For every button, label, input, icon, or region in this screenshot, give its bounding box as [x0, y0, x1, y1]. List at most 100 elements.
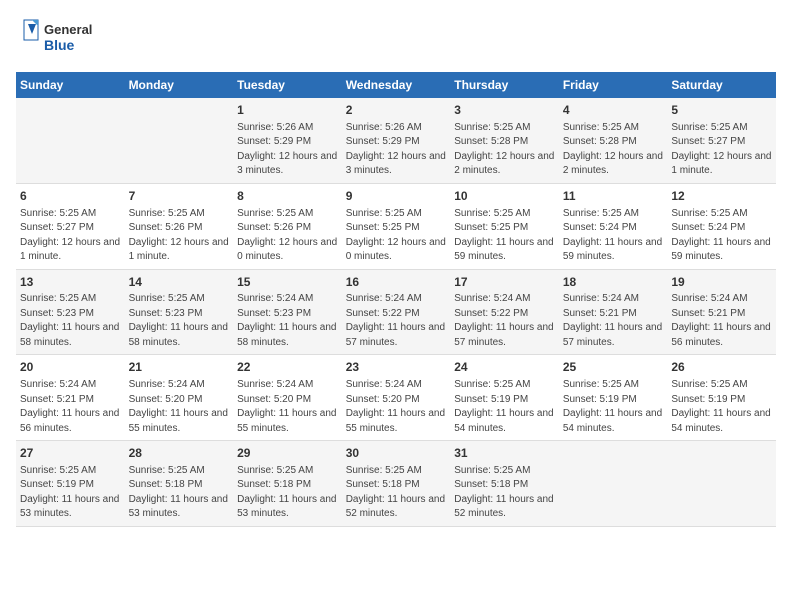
day-info: Sunrise: 5:24 AM Sunset: 5:21 PM Dayligh… [671, 292, 772, 350]
day-number: 3 [454, 102, 555, 119]
calendar-cell: 24Sunrise: 5:25 AM Sunset: 5:19 PM Dayli… [450, 355, 559, 441]
calendar-cell: 20 Sunrise: 5:24 AM Sunset: 5:21 PM Dayli… [16, 355, 125, 441]
day-info: Sunrise: 5:25 AM Sunset: 5:27 PM Dayligh… [671, 121, 772, 179]
calendar-cell: 28 Sunrise: 5:25 AM Sunset: 5:18 PM Dayli… [125, 441, 234, 527]
day-number: 14 [129, 274, 230, 291]
day-number: 6 [20, 188, 121, 205]
day-number: 1 [237, 102, 338, 119]
calendar-cell: 18Sunrise: 5:24 AM Sunset: 5:21 PM Dayli… [559, 269, 668, 355]
day-info: Sunrise: 5:25 AM Sunset: 5:18 PM Dayligh… [346, 464, 447, 522]
day-number: 17 [454, 274, 555, 291]
day-info: Sunrise: 5:24 AM Sunset: 5:21 PM Dayligh… [20, 378, 121, 436]
calendar-cell: 27 Sunrise: 5:25 AM Sunset: 5:19 PM Dayli… [16, 441, 125, 527]
day-info: Sunrise: 5:25 AM Sunset: 5:19 PM Dayligh… [671, 378, 772, 436]
day-number: 15 [237, 274, 338, 291]
day-number: 8 [237, 188, 338, 205]
weekday-header-sunday: Sunday [16, 72, 125, 98]
calendar-cell: 11 Sunrise: 5:25 AM Sunset: 5:24 PM Dayli… [559, 183, 668, 269]
weekday-header-wednesday: Wednesday [342, 72, 451, 98]
weekday-header-thursday: Thursday [450, 72, 559, 98]
calendar-cell: 21 Sunrise: 5:24 AM Sunset: 5:20 PM Dayli… [125, 355, 234, 441]
logo-svg: General Blue [16, 16, 106, 60]
day-info: Sunrise: 5:24 AM Sunset: 5:20 PM Dayligh… [346, 378, 447, 436]
day-info: Sunrise: 5:25 AM Sunset: 5:19 PM Dayligh… [563, 378, 664, 436]
day-info: Sunrise: 5:25 AM Sunset: 5:19 PM Dayligh… [20, 464, 121, 522]
day-info: Sunrise: 5:25 AM Sunset: 5:24 PM Dayligh… [671, 207, 772, 265]
weekday-header-monday: Monday [125, 72, 234, 98]
day-info: Sunrise: 5:25 AM Sunset: 5:18 PM Dayligh… [129, 464, 230, 522]
day-number: 7 [129, 188, 230, 205]
calendar-cell: 3 Sunrise: 5:25 AM Sunset: 5:28 PM Daylig… [450, 98, 559, 183]
calendar-cell: 30 Sunrise: 5:25 AM Sunset: 5:18 PM Dayli… [342, 441, 451, 527]
calendar-week-row: 27 Sunrise: 5:25 AM Sunset: 5:19 PM Dayli… [16, 441, 776, 527]
calendar-cell: 5 Sunrise: 5:25 AM Sunset: 5:27 PM Daylig… [667, 98, 776, 183]
day-info: Sunrise: 5:24 AM Sunset: 5:22 PM Dayligh… [454, 292, 555, 350]
calendar-cell [559, 441, 668, 527]
calendar-cell: 8Sunrise: 5:25 AM Sunset: 5:26 PM Daylig… [233, 183, 342, 269]
day-info: Sunrise: 5:25 AM Sunset: 5:23 PM Dayligh… [129, 292, 230, 350]
day-number: 4 [563, 102, 664, 119]
day-number: 31 [454, 445, 555, 462]
day-info: Sunrise: 5:25 AM Sunset: 5:25 PM Dayligh… [454, 207, 555, 265]
day-number: 20 [20, 359, 121, 376]
day-number: 29 [237, 445, 338, 462]
day-info: Sunrise: 5:24 AM Sunset: 5:23 PM Dayligh… [237, 292, 338, 350]
calendar-cell: 2Sunrise: 5:26 AM Sunset: 5:29 PM Daylig… [342, 98, 451, 183]
calendar-cell: 1 Sunrise: 5:26 AM Sunset: 5:29 PM Daylig… [233, 98, 342, 183]
day-info: Sunrise: 5:24 AM Sunset: 5:20 PM Dayligh… [237, 378, 338, 436]
day-info: Sunrise: 5:24 AM Sunset: 5:21 PM Dayligh… [563, 292, 664, 350]
calendar-cell [667, 441, 776, 527]
calendar-week-row: 6 Sunrise: 5:25 AM Sunset: 5:27 PM Daylig… [16, 183, 776, 269]
calendar-cell: 29Sunrise: 5:25 AM Sunset: 5:18 PM Dayli… [233, 441, 342, 527]
calendar-week-row: 13Sunrise: 5:25 AM Sunset: 5:23 PM Dayli… [16, 269, 776, 355]
calendar-cell: 12 Sunrise: 5:25 AM Sunset: 5:24 PM Dayli… [667, 183, 776, 269]
page-header: General Blue [16, 16, 776, 60]
calendar-cell: 16Sunrise: 5:24 AM Sunset: 5:22 PM Dayli… [342, 269, 451, 355]
calendar-cell: 31 Sunrise: 5:25 AM Sunset: 5:18 PM Dayli… [450, 441, 559, 527]
day-number: 25 [563, 359, 664, 376]
calendar-cell: 13Sunrise: 5:25 AM Sunset: 5:23 PM Dayli… [16, 269, 125, 355]
day-number: 22 [237, 359, 338, 376]
day-info: Sunrise: 5:25 AM Sunset: 5:24 PM Dayligh… [563, 207, 664, 265]
day-number: 10 [454, 188, 555, 205]
calendar-cell: 9Sunrise: 5:25 AM Sunset: 5:25 PM Daylig… [342, 183, 451, 269]
weekday-header-friday: Friday [559, 72, 668, 98]
calendar-cell: 23 Sunrise: 5:24 AM Sunset: 5:20 PM Dayli… [342, 355, 451, 441]
day-info: Sunrise: 5:25 AM Sunset: 5:19 PM Dayligh… [454, 378, 555, 436]
day-info: Sunrise: 5:25 AM Sunset: 5:18 PM Dayligh… [454, 464, 555, 522]
calendar-cell: 6 Sunrise: 5:25 AM Sunset: 5:27 PM Daylig… [16, 183, 125, 269]
weekday-header-tuesday: Tuesday [233, 72, 342, 98]
day-number: 27 [20, 445, 121, 462]
calendar-table: SundayMondayTuesdayWednesdayThursdayFrid… [16, 72, 776, 527]
day-number: 30 [346, 445, 447, 462]
day-number: 23 [346, 359, 447, 376]
calendar-cell: 26 Sunrise: 5:25 AM Sunset: 5:19 PM Dayli… [667, 355, 776, 441]
calendar-cell: 10 Sunrise: 5:25 AM Sunset: 5:25 PM Dayli… [450, 183, 559, 269]
calendar-cell: 19Sunrise: 5:24 AM Sunset: 5:21 PM Dayli… [667, 269, 776, 355]
day-number: 5 [671, 102, 772, 119]
calendar-cell: 17Sunrise: 5:24 AM Sunset: 5:22 PM Dayli… [450, 269, 559, 355]
calendar-cell: 14Sunrise: 5:25 AM Sunset: 5:23 PM Dayli… [125, 269, 234, 355]
day-number: 26 [671, 359, 772, 376]
day-info: Sunrise: 5:25 AM Sunset: 5:27 PM Dayligh… [20, 207, 121, 265]
day-info: Sunrise: 5:25 AM Sunset: 5:23 PM Dayligh… [20, 292, 121, 350]
day-info: Sunrise: 5:26 AM Sunset: 5:29 PM Dayligh… [346, 121, 447, 179]
day-info: Sunrise: 5:25 AM Sunset: 5:28 PM Dayligh… [454, 121, 555, 179]
day-number: 12 [671, 188, 772, 205]
weekday-header-saturday: Saturday [667, 72, 776, 98]
day-number: 28 [129, 445, 230, 462]
day-info: Sunrise: 5:24 AM Sunset: 5:20 PM Dayligh… [129, 378, 230, 436]
calendar-cell: 4Sunrise: 5:25 AM Sunset: 5:28 PM Daylig… [559, 98, 668, 183]
svg-text:General: General [44, 22, 92, 37]
svg-text:Blue: Blue [44, 37, 75, 53]
day-number: 11 [563, 188, 664, 205]
day-number: 9 [346, 188, 447, 205]
day-number: 21 [129, 359, 230, 376]
logo: General Blue [16, 16, 106, 60]
calendar-cell [16, 98, 125, 183]
day-info: Sunrise: 5:25 AM Sunset: 5:26 PM Dayligh… [129, 207, 230, 265]
calendar-week-row: 20 Sunrise: 5:24 AM Sunset: 5:21 PM Dayli… [16, 355, 776, 441]
calendar-cell: 15Sunrise: 5:24 AM Sunset: 5:23 PM Dayli… [233, 269, 342, 355]
day-info: Sunrise: 5:26 AM Sunset: 5:29 PM Dayligh… [237, 121, 338, 179]
day-number: 13 [20, 274, 121, 291]
